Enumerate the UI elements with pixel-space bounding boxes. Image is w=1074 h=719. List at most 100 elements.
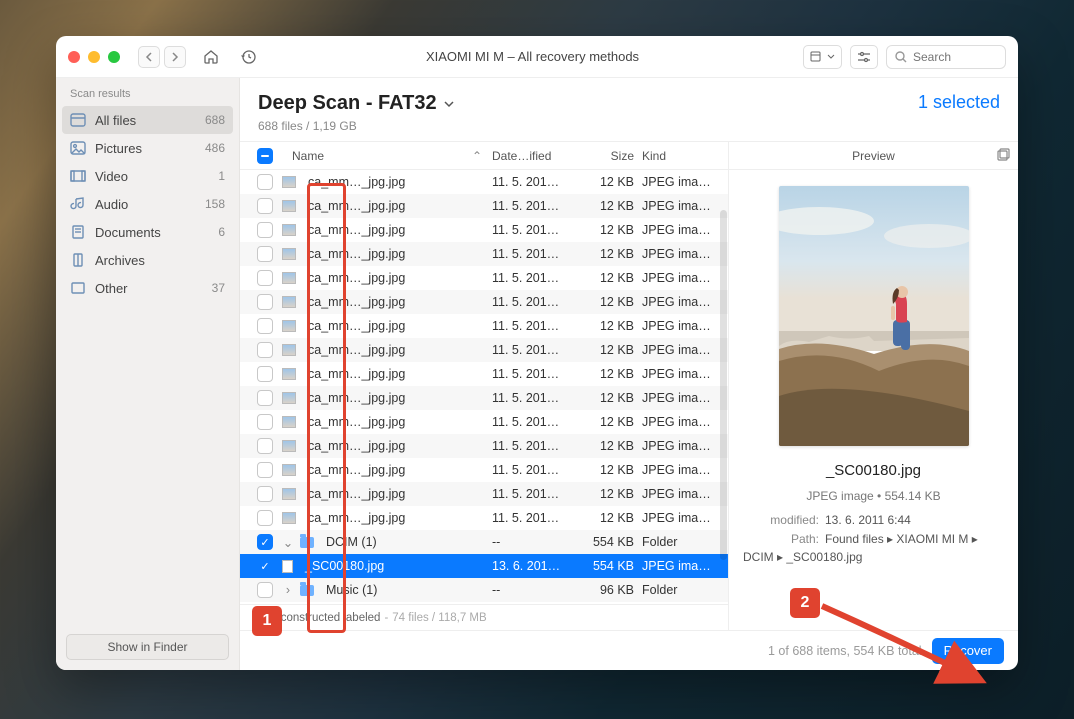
- row-checkbox[interactable]: [257, 390, 273, 406]
- row-date: 13. 6. 201…: [492, 559, 578, 573]
- row-size: 554 KB: [578, 535, 642, 549]
- row-kind: JPEG ima…: [642, 247, 728, 261]
- history-button[interactable]: [236, 45, 262, 69]
- table-row[interactable]: ca_mm…_jpg.jpg11. 5. 201…12 KBJPEG ima…: [240, 290, 728, 314]
- column-date[interactable]: Date…ified: [492, 149, 578, 163]
- recover-button[interactable]: Recover: [932, 638, 1004, 664]
- image-thumbnail-icon: [282, 416, 296, 428]
- filter-button[interactable]: [850, 45, 878, 69]
- back-button[interactable]: [138, 46, 160, 68]
- row-checkbox[interactable]: [257, 462, 273, 478]
- close-window-button[interactable]: [68, 51, 80, 63]
- row-size: 12 KB: [578, 343, 642, 357]
- row-date: 11. 5. 201…: [492, 223, 578, 237]
- section-title[interactable]: Deep Scan - FAT32: [258, 92, 455, 115]
- row-checkbox[interactable]: [257, 222, 273, 238]
- table-row[interactable]: ca_mm…_jpg.jpg11. 5. 201…12 KBJPEG ima…: [240, 242, 728, 266]
- sidebar-item-audio[interactable]: Audio158: [56, 190, 239, 218]
- row-name: ca_mm…_jpg.jpg: [308, 391, 405, 405]
- image-thumbnail-icon: [282, 248, 296, 260]
- image-thumbnail-icon: [282, 512, 296, 524]
- table-row[interactable]: ca_mm…_jpg.jpg11. 5. 201…12 KBJPEG ima…: [240, 506, 728, 530]
- row-checkbox[interactable]: [257, 438, 273, 454]
- row-kind: JPEG ima…: [642, 295, 728, 309]
- sidebar-item-archives[interactable]: Archives: [56, 246, 239, 274]
- table-row[interactable]: ca_mm…_jpg.jpg11. 5. 201…12 KBJPEG ima…: [240, 434, 728, 458]
- table-row[interactable]: ✓_SC00180.jpg13. 6. 201…554 KBJPEG ima…: [240, 554, 728, 578]
- row-size: 12 KB: [578, 319, 642, 333]
- forward-button[interactable]: [164, 46, 186, 68]
- sidebar: Scan results All files688Pictures486Vide…: [56, 78, 240, 670]
- folder-icon: [300, 585, 314, 596]
- row-checkbox[interactable]: [257, 414, 273, 430]
- table-row[interactable]: ca_mm…_jpg.jpg11. 5. 201…12 KBJPEG ima…: [240, 218, 728, 242]
- main-header: Deep Scan - FAT32 688 files / 1,19 GB 1 …: [240, 78, 1018, 141]
- table-row[interactable]: ✓⌄DCIM (1)--554 KBFolder: [240, 530, 728, 554]
- search-field[interactable]: [886, 45, 1006, 69]
- row-checkbox[interactable]: [257, 510, 273, 526]
- path-bar[interactable]: › Reconstructed labeled - 74 files / 118…: [240, 604, 728, 630]
- image-thumbnail-icon: [282, 464, 296, 476]
- column-size[interactable]: Size: [578, 149, 642, 163]
- table-row[interactable]: ca_mm…_jpg.jpg11. 5. 201…12 KBJPEG ima…: [240, 266, 728, 290]
- show-in-finder-button[interactable]: Show in Finder: [66, 634, 229, 660]
- sidebar-item-count: 1: [218, 169, 225, 183]
- view-options-button[interactable]: [803, 45, 842, 69]
- file-list[interactable]: ca_mm…_jpg.jpg11. 5. 201…12 KBJPEG ima…c…: [240, 170, 728, 604]
- disclosure-icon[interactable]: ⌄: [282, 535, 294, 550]
- sidebar-item-video[interactable]: Video1: [56, 162, 239, 190]
- preview-meta: JPEG image • 554.14 KB: [729, 489, 1018, 503]
- row-name: ca_mm…_jpg.jpg: [308, 223, 405, 237]
- row-checkbox[interactable]: [257, 318, 273, 334]
- row-checkbox[interactable]: [257, 486, 273, 502]
- sidebar-item-label: Archives: [95, 253, 145, 268]
- table-row[interactable]: ca_mm…_jpg.jpg11. 5. 201…12 KBJPEG ima…: [240, 410, 728, 434]
- table-row[interactable]: ca_mm…_jpg.jpg11. 5. 201…12 KBJPEG ima…: [240, 482, 728, 506]
- home-button[interactable]: [198, 45, 224, 69]
- minimize-window-button[interactable]: [88, 51, 100, 63]
- row-checkbox[interactable]: [257, 342, 273, 358]
- image-thumbnail-icon: [282, 392, 296, 404]
- image-thumbnail-icon: [282, 176, 296, 188]
- column-kind[interactable]: Kind: [642, 149, 728, 163]
- row-name: Music (1): [326, 583, 377, 597]
- search-input[interactable]: [913, 50, 993, 64]
- column-name[interactable]: Name⌃: [282, 149, 492, 163]
- chevron-down-icon: [443, 99, 455, 109]
- row-checkbox[interactable]: [257, 174, 273, 190]
- row-checkbox[interactable]: [257, 366, 273, 382]
- sidebar-item-all-files[interactable]: All files688: [62, 106, 233, 134]
- sidebar-item-pictures[interactable]: Pictures486: [56, 134, 239, 162]
- table-row[interactable]: ca_mm…_jpg.jpg11. 5. 201…12 KBJPEG ima…: [240, 338, 728, 362]
- row-kind: Folder: [642, 535, 728, 549]
- sidebar-item-other[interactable]: Other37: [56, 274, 239, 302]
- open-external-button[interactable]: [997, 148, 1010, 164]
- image-thumbnail-icon: [282, 320, 296, 332]
- table-row[interactable]: ca_mm…_jpg.jpg11. 5. 201…12 KBJPEG ima…: [240, 314, 728, 338]
- table-row[interactable]: ca_mm…_jpg.jpg11. 5. 201…12 KBJPEG ima…: [240, 362, 728, 386]
- row-kind: JPEG ima…: [642, 559, 728, 573]
- row-checkbox[interactable]: [257, 582, 273, 598]
- row-name: ca_mm…_jpg.jpg: [308, 415, 405, 429]
- table-row[interactable]: ca_mm…_jpg.jpg11. 5. 201…12 KBJPEG ima…: [240, 386, 728, 410]
- row-kind: JPEG ima…: [642, 511, 728, 525]
- table-row[interactable]: ›Music (1)--96 KBFolder: [240, 578, 728, 602]
- disclosure-icon[interactable]: ›: [282, 583, 294, 597]
- row-name: DCIM (1): [326, 535, 377, 549]
- table-row[interactable]: ca_mm…_jpg.jpg11. 5. 201…12 KBJPEG ima…: [240, 194, 728, 218]
- row-checkbox[interactable]: [257, 294, 273, 310]
- select-all-checkbox[interactable]: [257, 148, 273, 164]
- row-size: 12 KB: [578, 391, 642, 405]
- row-checkbox[interactable]: ✓: [257, 534, 273, 550]
- row-checkbox[interactable]: [257, 270, 273, 286]
- zoom-window-button[interactable]: [108, 51, 120, 63]
- sidebar-item-documents[interactable]: Documents6: [56, 218, 239, 246]
- table-row[interactable]: ca_mm…_jpg.jpg11. 5. 201…12 KBJPEG ima…: [240, 458, 728, 482]
- row-checkbox[interactable]: [257, 198, 273, 214]
- row-checkbox[interactable]: [257, 246, 273, 262]
- table-row[interactable]: ca_mm…_jpg.jpg11. 5. 201…12 KBJPEG ima…: [240, 170, 728, 194]
- row-checkbox[interactable]: ✓: [257, 558, 273, 574]
- scrollbar[interactable]: [720, 210, 727, 560]
- row-kind: JPEG ima…: [642, 271, 728, 285]
- sidebar-item-label: Documents: [95, 225, 161, 240]
